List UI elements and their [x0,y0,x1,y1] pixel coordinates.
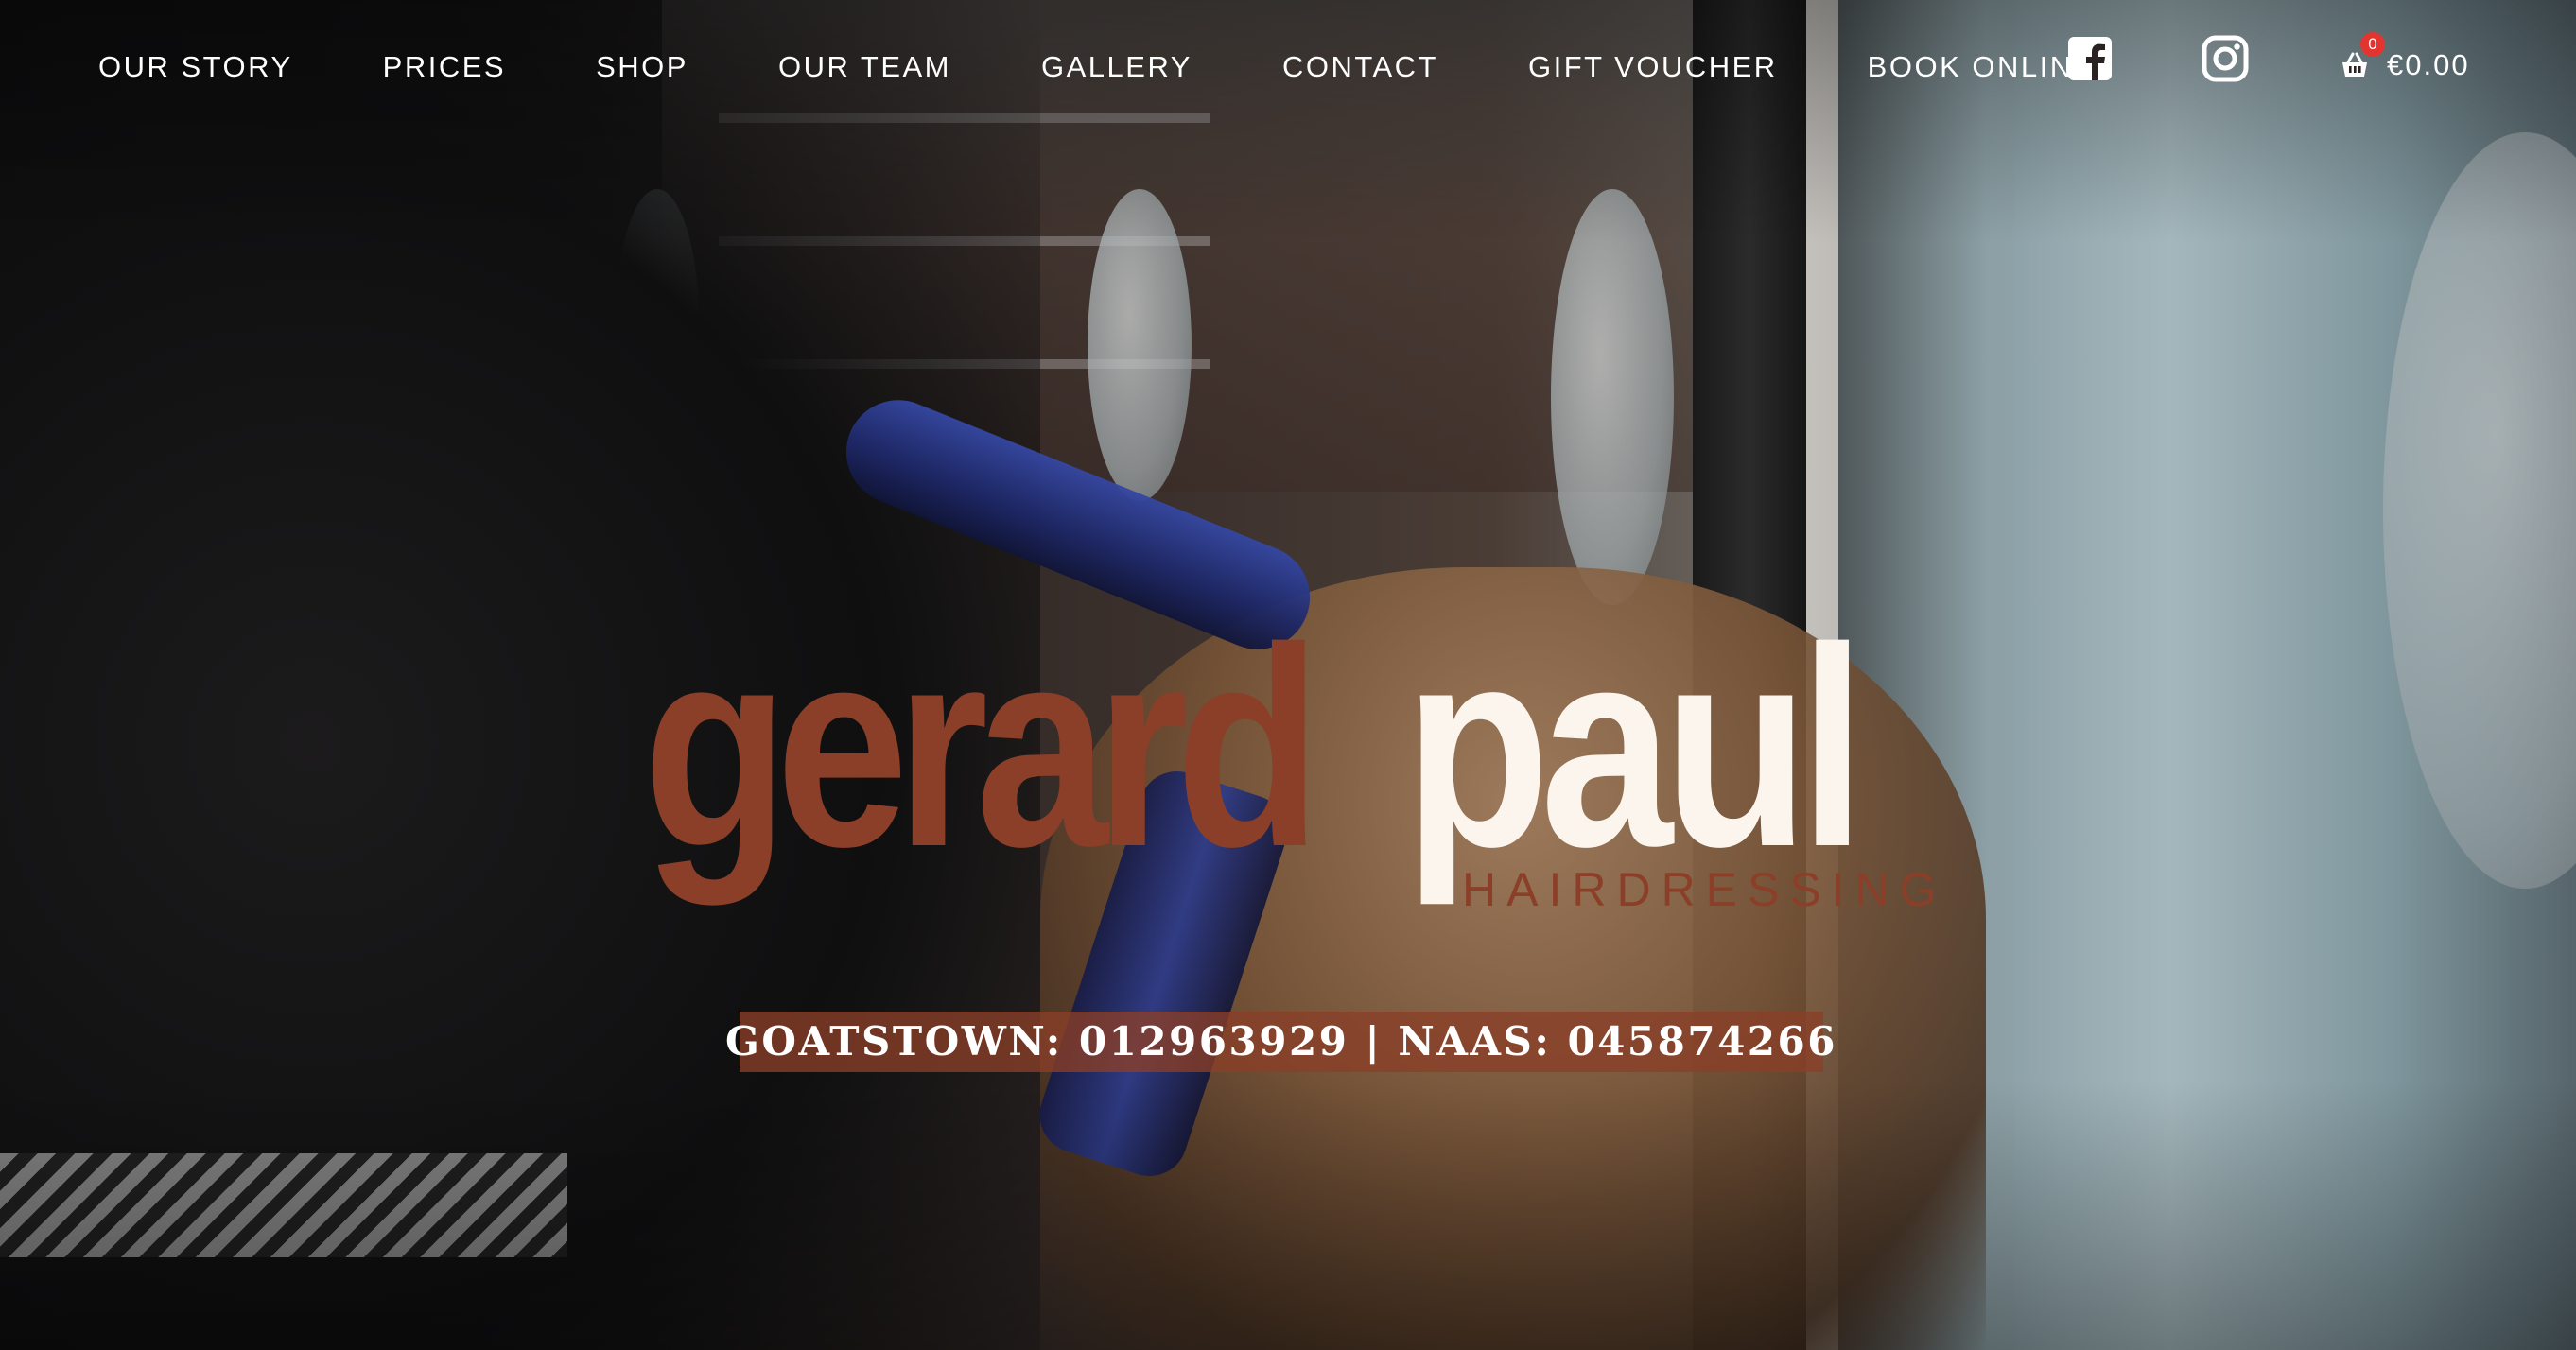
gerard-paul-logo: gerard paul HAIRDRESSING [643,588,1937,926]
instagram-icon[interactable] [2201,34,2250,83]
phone-numbers-banner: GOATSTOWN: 012963929 | NAAS: 045874266 [725,1012,1835,1072]
cart-count-badge: 0 [2360,32,2385,57]
basket-icon[interactable]: 0 [2340,32,2385,79]
cart[interactable]: 0 €0.00 [2340,32,2470,89]
logo-gerard-text: gerard [643,588,1321,906]
cart-total[interactable]: €0.00 [2387,48,2470,82]
nav-item-prices[interactable]: PRICES [383,52,506,81]
nav-item-contact[interactable]: CONTACT [1282,52,1438,81]
phone-numbers-text: GOATSTOWN: 012963929 | NAAS: 045874266 [725,1018,1837,1064]
nav-item-gallery[interactable]: GALLERY [1041,52,1192,81]
logo-paul-text: paul [1404,588,1866,906]
main-nav: OUR STORY PRICES SHOP OUR TEAM GALLERY C… [0,0,2576,132]
nav-item-book-online[interactable]: BOOK ONLINE [1868,52,2096,81]
facebook-icon[interactable] [2065,34,2115,83]
nav-item-our-team[interactable]: OUR TEAM [778,52,951,81]
nav-item-shop[interactable]: SHOP [596,52,688,81]
nav-item-our-story[interactable]: OUR STORY [98,52,293,81]
nav-item-gift-voucher[interactable]: GIFT VOUCHER [1528,52,1778,81]
page: OUR STORY PRICES SHOP OUR TEAM GALLERY C… [0,0,2576,1350]
logo-subtitle: HAIRDRESSING [1462,863,1947,916]
